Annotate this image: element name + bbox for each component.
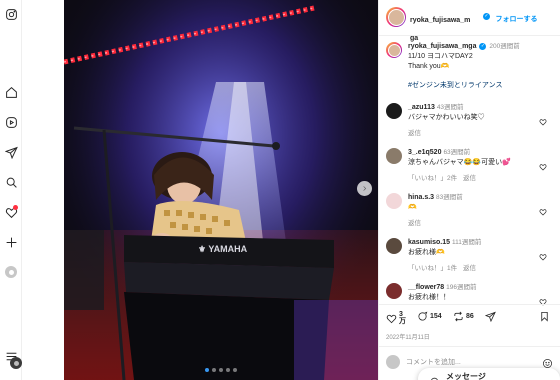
caption-time: 200週間前 [489, 43, 520, 50]
header-username[interactable]: ryoka_fujisawa_m ga [410, 17, 470, 42]
comment-likes-count[interactable]: 「いいね！」2件 [408, 175, 457, 182]
post-image[interactable]: ⚜ YAMAHA [64, 0, 378, 380]
comment-time: 83週間前 [436, 194, 463, 201]
notification-dot [13, 205, 18, 210]
like-button[interactable]: 3 万 [386, 311, 406, 325]
caption-line-1: 11/10 ヨコハマDAY2 [408, 53, 473, 60]
commenter-avatar[interactable] [386, 283, 402, 299]
carousel-dot [226, 368, 230, 372]
verified-badge-icon: ✓ [479, 42, 487, 50]
comment-text: バジャマかわいいね笑♡ [408, 114, 485, 121]
profile-icon [5, 266, 17, 278]
repost-button[interactable]: 86 [453, 311, 474, 322]
share-button[interactable] [485, 311, 496, 322]
comment-like-icon[interactable] [539, 113, 547, 126]
comment-input[interactable] [406, 355, 526, 369]
carousel-dot [212, 368, 216, 372]
comment-text: お疲れ様🫶 [408, 249, 445, 256]
commenter-avatar[interactable] [386, 148, 402, 164]
caption-avatar[interactable] [386, 42, 402, 58]
post-date[interactable]: 2022年11月11日 [386, 332, 430, 341]
left-nav-rail [0, 0, 22, 380]
current-user-avatar [386, 355, 400, 369]
comment-username[interactable]: 3_.e1q520 [408, 149, 441, 156]
svg-text:⚜ YAMAHA: ⚜ YAMAHA [198, 244, 248, 254]
account-switch-avatar[interactable] [10, 357, 22, 369]
page-background [22, 0, 64, 380]
post-side-panel: ryoka_fujisawa_m ga ✓ フォローする ryoka_fujis… [378, 0, 560, 380]
home-icon[interactable] [3, 84, 19, 100]
reply-button[interactable]: 返信 [408, 217, 538, 227]
comment-time: 111週間前 [451, 239, 482, 246]
comment-icon [418, 311, 428, 321]
messages-label: メッセージ [446, 372, 486, 380]
search-icon[interactable] [3, 174, 19, 190]
comment-username[interactable]: __flower78 [408, 284, 444, 291]
bookmark-icon [541, 311, 548, 322]
comment-time: 63週間前 [443, 149, 471, 156]
comment-text: 涼ちゃんバジャマ😂😂可愛い💕 [408, 159, 511, 166]
comment-text: 🫶 [408, 204, 417, 211]
comment-like-icon[interactable] [539, 203, 547, 216]
carousel-dot [219, 368, 223, 372]
caption-username[interactable]: ryoka_fujisawa_mga [408, 43, 476, 50]
send-icon[interactable] [3, 144, 19, 160]
verified-badge-icon: ✓ [483, 13, 490, 21]
post-actions-bar: 3 万 154 86 2022年11月11日 [379, 304, 560, 344]
carousel-dot [233, 368, 237, 372]
commenter-avatar[interactable] [386, 103, 402, 119]
save-button[interactable] [539, 311, 550, 322]
reply-button[interactable]: 返信 [463, 265, 476, 272]
create-plus-icon[interactable] [3, 234, 19, 250]
caption-line-2: Thank you🫶 [408, 63, 450, 70]
messenger-icon [430, 373, 439, 380]
commenter-avatar[interactable] [386, 238, 402, 254]
comment-like-icon[interactable] [539, 248, 547, 261]
profile-avatar[interactable] [3, 264, 19, 280]
post-header: ryoka_fujisawa_m ga ✓ フォローする [379, 0, 560, 42]
send-icon [485, 311, 496, 322]
comment-username[interactable]: hina.s.3 [408, 194, 434, 201]
author-avatar[interactable] [386, 7, 406, 27]
comment-username[interactable]: _azu113 [408, 104, 435, 111]
caption-hashtag[interactable]: #ゼンジン未到とリライアンス [408, 80, 558, 90]
repost-icon [454, 311, 463, 322]
comments-count[interactable]: 154 [430, 313, 442, 320]
reply-button[interactable]: 返信 [463, 175, 476, 182]
threads-icon[interactable] [3, 114, 19, 130]
likes-count[interactable]: 3 万 [399, 311, 406, 325]
comment-likes-count[interactable]: 「いいね！」1件 [408, 265, 457, 272]
follow-button[interactable]: フォローする [495, 16, 537, 23]
chevron-right-icon [363, 186, 367, 191]
comment-button[interactable]: 154 [417, 311, 442, 322]
comment-time: 196週間前 [446, 284, 477, 291]
concert-photo: ⚜ YAMAHA [64, 0, 378, 380]
comment-username[interactable]: kasumiso.15 [408, 239, 450, 246]
comment-like-icon[interactable] [539, 293, 547, 306]
carousel-indicator [64, 368, 378, 372]
carousel-dot [205, 368, 209, 372]
comment-text: お疲れ様！！ [408, 294, 450, 301]
reply-button[interactable]: 返信 [408, 127, 538, 137]
commenter-avatar[interactable] [386, 193, 402, 209]
messages-button[interactable]: メッセージ [418, 368, 560, 380]
next-image-button[interactable] [357, 181, 372, 196]
reposts-count[interactable]: 86 [466, 313, 474, 320]
heart-icon [386, 314, 397, 323]
instagram-logo-icon[interactable] [3, 6, 19, 22]
comment-time: 43週間前 [436, 104, 464, 111]
comment-like-icon[interactable] [539, 158, 547, 171]
notifications-heart-icon[interactable] [3, 204, 19, 220]
emoji-icon[interactable] [542, 356, 553, 368]
instagram-post-view: ⚜ YAMAHA ryoka_fujisawa_m ga ✓ フォローする ry… [0, 0, 560, 380]
